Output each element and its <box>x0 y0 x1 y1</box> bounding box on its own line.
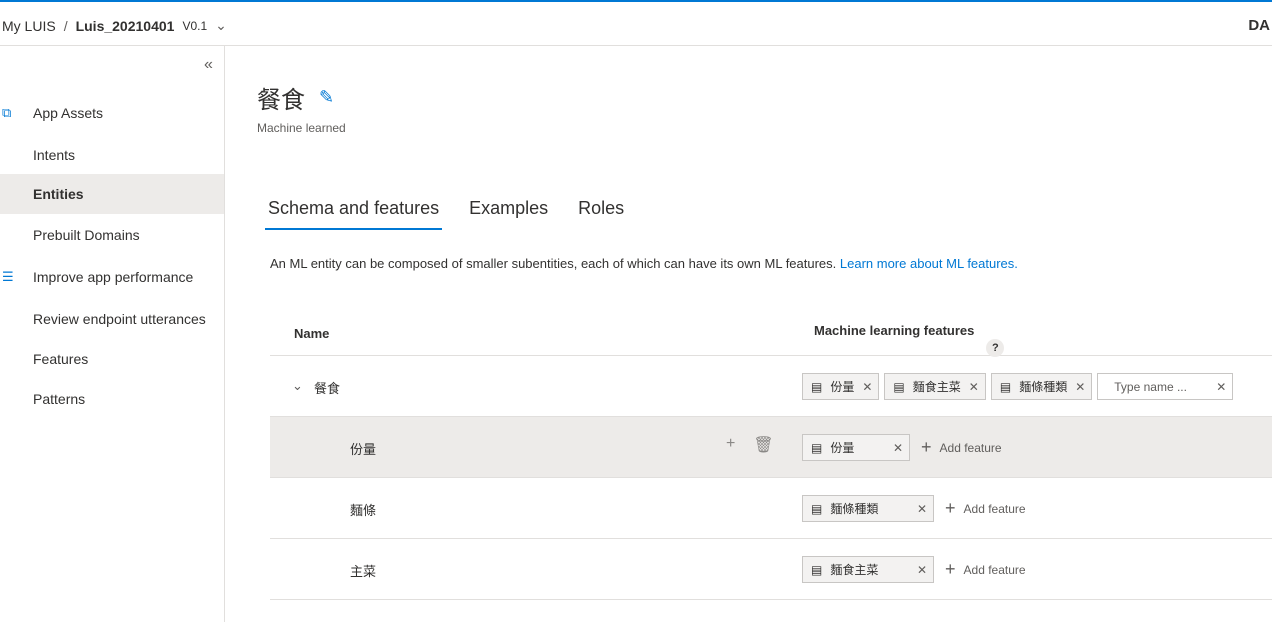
remove-feature-icon[interactable]: ✕ <box>893 441 903 455</box>
remove-feature-icon[interactable]: ✕ <box>917 563 927 577</box>
sidebar: « ⧉ App Assets Intents Entities Prebuilt … <box>0 46 225 622</box>
feature-list: ▤ 麵食主菜 ✕ + Add feature <box>802 556 1026 583</box>
feature-list: ▤ 麵條種類 ✕ + Add feature <box>802 495 1026 522</box>
schema-table: Name Machine learning features? ⌄ 餐食 ▤ 份量… <box>270 310 1272 600</box>
remove-feature-icon[interactable]: ✕ <box>862 380 872 394</box>
feature-icon: ▤ <box>811 440 823 455</box>
remove-feature-icon[interactable]: ✕ <box>969 380 979 394</box>
add-feature-label: Add feature <box>963 562 1026 577</box>
plus-icon: + <box>921 437 932 457</box>
sidebar-item-improve-app-performance[interactable]: ☰ Improve app performance <box>0 257 224 297</box>
entity-type: Machine learned <box>257 121 346 135</box>
breadcrumb-separator: / <box>63 17 68 34</box>
table-row[interactable]: 麵條 ▤ 麵條種類 ✕ + Add feature <box>270 478 1272 539</box>
entity-name: 餐食 <box>314 381 341 396</box>
plus-icon: + <box>945 498 956 518</box>
feature-label: 麵食主菜 <box>912 380 961 394</box>
sidebar-item-label: Features <box>33 351 89 367</box>
feature-chip: ▤ 份量 ✕ <box>802 373 880 400</box>
breadcrumb: My LUIS / Luis_20210401 V0.1 ⌄ <box>2 17 227 34</box>
column-header-name: Name <box>294 326 330 341</box>
version-chevron-down-icon[interactable]: ⌄ <box>215 17 227 34</box>
feature-label: 份量 <box>830 441 855 455</box>
sidebar-item-label: Improve app performance <box>33 269 194 285</box>
version-label: V0.1 <box>182 18 208 33</box>
sliders-icon: ☰ <box>2 269 14 284</box>
feature-icon: ▤ <box>811 501 823 516</box>
sidebar-item-label: Patterns <box>33 391 86 407</box>
sidebar-item-prebuilt-domains[interactable]: Prebuilt Domains <box>0 215 224 255</box>
top-bar: My LUIS / Luis_20210401 V0.1 ⌄ DA <box>0 0 1272 46</box>
description-text: An ML entity can be composed of smaller … <box>270 256 840 271</box>
feature-name-input[interactable]: Type name ... ✕ <box>1097 373 1234 400</box>
column-header-features: Machine learning features? <box>814 323 1005 357</box>
feature-icon: ▤ <box>893 379 905 394</box>
clear-input-icon[interactable]: ✕ <box>1216 380 1226 394</box>
learn-more-link[interactable]: Learn more about ML features. <box>840 256 1018 271</box>
tab-bar: Schema and features Examples Roles <box>265 186 651 230</box>
table-row[interactable]: 份量 + 🗑 ▤ 份量 ✕ + Add feature <box>270 417 1272 478</box>
feature-label: 麵條種類 <box>830 502 879 516</box>
entity-title: 餐食 <box>257 87 305 114</box>
chevron-down-icon[interactable]: ⌄ <box>292 378 303 394</box>
feature-chip: ▤ 麵食主菜 ✕ <box>884 373 986 400</box>
sidebar-item-patterns[interactable]: Patterns <box>0 379 224 419</box>
sidebar-item-features[interactable]: Features <box>0 339 224 379</box>
add-feature-label: Add feature <box>939 440 1002 455</box>
feature-icon: ▤ <box>999 379 1012 394</box>
user-avatar[interactable]: DA <box>1248 17 1270 34</box>
sidebar-item-app-assets[interactable]: ⧉ App Assets <box>0 93 224 133</box>
sidebar-item-label: Intents <box>33 147 76 163</box>
add-feature-button[interactable]: + Add feature <box>945 559 1026 580</box>
feature-icon: ▤ <box>811 562 823 577</box>
description: An ML entity can be composed of smaller … <box>270 256 1018 271</box>
tab-schema-and-features[interactable]: Schema and features <box>265 186 443 230</box>
entity-title-row: 餐食 ✎ <box>257 80 334 115</box>
feature-chip: ▤ 麵條種類 ✕ <box>802 495 934 522</box>
table-row: ⌄ 餐食 ▤ 份量 ✕ ▤ 麵食主菜 ✕ ▤ 麵條種類 ✕ Type name ... ✕ <box>270 356 1272 417</box>
table-row[interactable]: 主菜 ▤ 麵食主菜 ✕ + Add feature <box>270 539 1272 600</box>
plus-icon: + <box>945 559 956 579</box>
tab-roles[interactable]: Roles <box>575 186 627 230</box>
feature-chip: ▤ 麵條種類 ✕ <box>990 373 1093 400</box>
sidebar-item-intents[interactable]: Intents <box>0 135 224 175</box>
sidebar-item-review-endpoint-utterances[interactable]: Review endpoint utterances <box>0 299 224 339</box>
collapse-sidebar-icon[interactable]: « <box>204 56 213 74</box>
sidebar-item-label: Prebuilt Domains <box>33 227 140 243</box>
tab-examples[interactable]: Examples <box>466 186 551 230</box>
main-content: 餐食 ✎ Machine learned Schema and features… <box>225 46 1272 622</box>
feature-label: 麵條種類 <box>1019 380 1068 394</box>
remove-feature-icon[interactable]: ✕ <box>917 502 927 516</box>
feature-label: 份量 <box>830 380 855 394</box>
table-header: Name Machine learning features? <box>270 310 1272 357</box>
delete-trash-icon[interactable]: 🗑 <box>753 435 773 455</box>
add-feature-button[interactable]: + Add feature <box>945 498 1026 519</box>
app-name[interactable]: Luis_20210401 <box>76 18 175 34</box>
add-feature-label: Add feature <box>963 501 1026 516</box>
breadcrumb-my-luis[interactable]: My LUIS <box>2 18 56 34</box>
feature-icon: ▤ <box>811 379 823 394</box>
app-assets-icon: ⧉ <box>2 105 12 120</box>
feature-label: 麵食主菜 <box>830 563 879 577</box>
column-header-features-label: Machine learning features <box>814 323 975 338</box>
feature-list: ▤ 份量 ✕ ▤ 麵食主菜 ✕ ▤ 麵條種類 ✕ Type name ... ✕ <box>802 373 1234 400</box>
remove-feature-icon[interactable]: ✕ <box>1075 380 1085 394</box>
subentity-name: 份量 <box>350 442 377 457</box>
sidebar-item-label: App Assets <box>33 105 104 121</box>
edit-pencil-icon[interactable]: ✎ <box>319 87 334 108</box>
help-icon[interactable]: ? <box>986 339 1005 357</box>
sidebar-item-label: Review endpoint utterances <box>33 311 206 327</box>
feature-chip: ▤ 麵食主菜 ✕ <box>802 556 934 583</box>
sidebar-item-label: Entities <box>33 186 84 202</box>
feature-list: ▤ 份量 ✕ + Add feature <box>802 434 1002 461</box>
add-subentity-icon[interactable]: + <box>726 435 735 455</box>
add-feature-button[interactable]: + Add feature <box>921 437 1002 458</box>
subentity-name: 麵條 <box>350 503 377 518</box>
sidebar-item-entities[interactable]: Entities <box>0 174 224 214</box>
feature-chip: ▤ 份量 ✕ <box>802 434 910 461</box>
subentity-name: 主菜 <box>350 564 377 579</box>
feature-input-placeholder: Type name ... <box>1114 379 1187 394</box>
